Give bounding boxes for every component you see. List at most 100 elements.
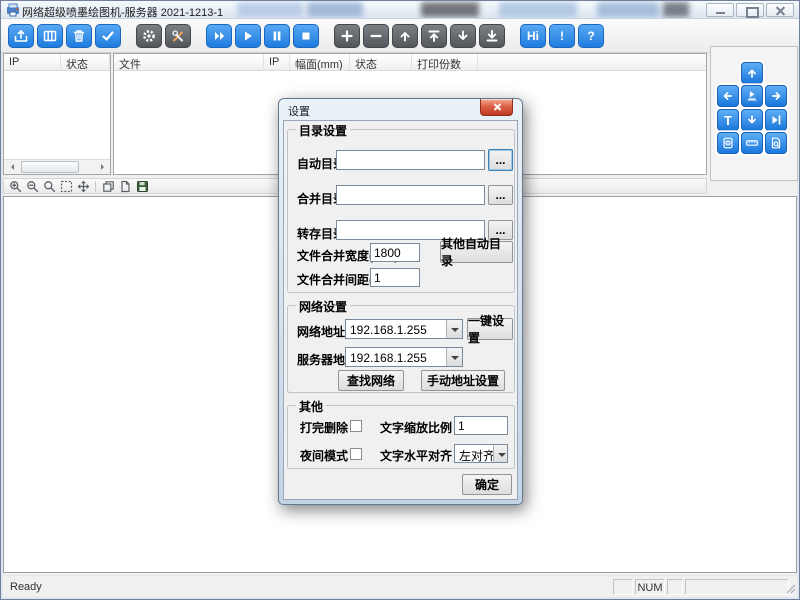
- dialog-close-button[interactable]: [480, 99, 513, 116]
- help-button[interactable]: ?: [578, 24, 604, 48]
- auto-dir-input[interactable]: [336, 150, 485, 170]
- nav-doc-preview-button[interactable]: [765, 132, 787, 154]
- scroll-left-icon[interactable]: [4, 160, 19, 174]
- gear-icon: [141, 28, 157, 44]
- copy-page-button[interactable]: [101, 179, 115, 193]
- zoom-out-button[interactable]: [25, 179, 39, 193]
- remove-button[interactable]: [363, 24, 389, 48]
- arrow-up-icon: [397, 28, 413, 44]
- nav-right-button[interactable]: [765, 85, 787, 107]
- file-list-header: 文件 IP 幅面(mm) 状态 打印份数: [114, 54, 706, 71]
- tools-icon: [170, 28, 186, 44]
- ok-button[interactable]: 确定: [462, 474, 512, 495]
- merge-width-input[interactable]: [370, 243, 420, 262]
- column-header-copies[interactable]: 打印份数: [412, 54, 478, 70]
- column-header-ip[interactable]: IP: [4, 54, 61, 70]
- chevron-down-icon[interactable]: [446, 320, 462, 338]
- column-header-file[interactable]: 文件: [114, 54, 264, 70]
- other-auto-dir-button[interactable]: 其他自动目录: [440, 241, 513, 263]
- select-area-icon: [60, 180, 73, 193]
- delete-after-print-checkbox[interactable]: [350, 420, 362, 432]
- document-button[interactable]: [118, 179, 132, 193]
- ip-status-list[interactable]: IP 状态: [3, 53, 111, 175]
- nav-up-button[interactable]: [741, 62, 763, 84]
- nav-down-button[interactable]: [741, 109, 763, 131]
- zoom-button[interactable]: [42, 179, 56, 193]
- title-bar[interactable]: 网络超级喷墨绘图机-服务器 2021-1213-1: [1, 1, 799, 19]
- night-mode-label: 夜间模式: [300, 447, 348, 464]
- alert-button[interactable]: !: [549, 24, 575, 48]
- server-address-select[interactable]: 192.168.1.255: [345, 347, 463, 367]
- fast-forward-button[interactable]: [206, 24, 232, 48]
- maximize-button[interactable]: [736, 3, 764, 17]
- column-header-width[interactable]: 幅面(mm): [290, 54, 350, 70]
- open-file-button[interactable]: [8, 24, 34, 48]
- delete-button[interactable]: [66, 24, 92, 48]
- network-address-select[interactable]: 192.168.1.255: [345, 319, 463, 339]
- confirm-button[interactable]: [95, 24, 121, 48]
- text-scale-input[interactable]: [454, 416, 508, 435]
- chevron-down-icon[interactable]: [493, 445, 507, 462]
- play-button[interactable]: [235, 24, 261, 48]
- trash-icon: [71, 28, 87, 44]
- scrollbar-thumb[interactable]: [21, 161, 79, 173]
- nav-left-button[interactable]: [717, 85, 739, 107]
- merge-gap-input[interactable]: [370, 268, 420, 287]
- text-align-select[interactable]: 左对齐: [454, 444, 508, 463]
- manual-address-button[interactable]: 手动地址设置: [421, 370, 505, 391]
- arrow-to-bottom-icon: [484, 28, 500, 44]
- night-mode-checkbox[interactable]: [350, 448, 362, 460]
- resize-grip[interactable]: [784, 582, 797, 595]
- text-align-value: 左对齐: [455, 445, 493, 462]
- nav-skip-end-button[interactable]: [765, 109, 787, 131]
- settings-dialog: 设置 目录设置 自动目录 ... 合并目录 ... 转存目录 ... 文件合并宽…: [278, 98, 523, 505]
- network-address-value: 192.168.1.255: [346, 320, 446, 338]
- column-header-status[interactable]: 状态: [61, 54, 110, 70]
- move-up-button[interactable]: [392, 24, 418, 48]
- ip-status-list-header: IP 状态: [4, 54, 110, 71]
- merge-dir-browse-button[interactable]: ...: [488, 185, 513, 205]
- scroll-right-icon[interactable]: [95, 160, 110, 174]
- network-address-label: 网络地址:: [297, 323, 349, 340]
- status-pane: [613, 579, 633, 595]
- hi-button[interactable]: Hi: [520, 24, 546, 48]
- save-button[interactable]: [135, 179, 149, 193]
- move-to-bottom-button[interactable]: [479, 24, 505, 48]
- chevron-down-icon[interactable]: [446, 348, 462, 366]
- text-tool-icon: T: [724, 113, 732, 128]
- add-button[interactable]: [334, 24, 360, 48]
- zoom-in-button[interactable]: [8, 179, 22, 193]
- open-file-icon: [13, 28, 29, 44]
- find-network-button[interactable]: 查找网络: [338, 370, 404, 391]
- layout-columns-button[interactable]: [37, 24, 63, 48]
- move-icon: [77, 180, 90, 193]
- stop-button[interactable]: [293, 24, 319, 48]
- close-button[interactable]: [766, 3, 794, 17]
- auto-dir-browse-button[interactable]: ...: [488, 149, 513, 171]
- doc-preview-icon: [769, 136, 783, 150]
- pause-button[interactable]: [264, 24, 290, 48]
- nav-ruler-button[interactable]: [741, 132, 763, 154]
- arrow-down-icon: [745, 113, 759, 127]
- move-down-button[interactable]: [450, 24, 476, 48]
- group-label: 目录设置: [296, 122, 350, 139]
- glass-artifact: [663, 2, 689, 17]
- arrow-to-top-icon: [426, 28, 442, 44]
- horizontal-scrollbar[interactable]: [4, 159, 110, 174]
- one-key-setup-button[interactable]: 一键设置: [467, 318, 513, 340]
- minimize-button[interactable]: [706, 3, 734, 17]
- move-button[interactable]: [76, 179, 90, 193]
- nav-device-button[interactable]: [717, 132, 739, 154]
- settings-button[interactable]: [136, 24, 162, 48]
- nav-play-measure-button[interactable]: [741, 85, 763, 107]
- tools-button[interactable]: [165, 24, 191, 48]
- merge-dir-input[interactable]: [336, 185, 485, 205]
- column-header-status[interactable]: 状态: [350, 54, 412, 70]
- move-to-top-button[interactable]: [421, 24, 447, 48]
- select-area-button[interactable]: [59, 179, 73, 193]
- nav-text-button[interactable]: T: [717, 109, 739, 131]
- main-toolbar: Hi ! ?: [1, 19, 799, 53]
- save-icon: [136, 180, 149, 193]
- skip-end-icon: [769, 113, 783, 127]
- column-header-ip[interactable]: IP: [264, 54, 290, 70]
